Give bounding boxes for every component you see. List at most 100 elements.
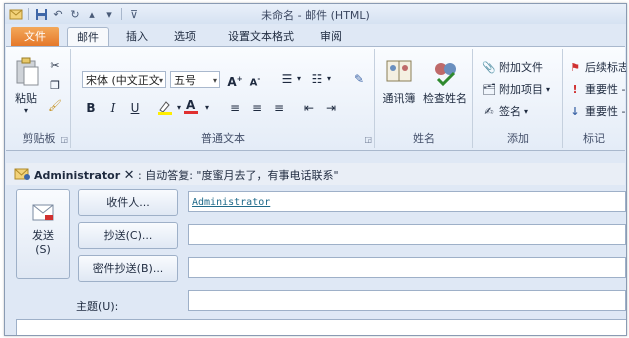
clear-formatting-icon[interactable]: ✎ <box>350 70 368 88</box>
send-shortcut: (S) <box>35 243 51 256</box>
attach-file-button[interactable]: 📎 附加文件 <box>482 59 543 76</box>
paperclip-icon: 📎 <box>482 60 496 74</box>
font-size-value: 五号 <box>174 74 196 87</box>
group-basic-text: 宋体 (中文正文 ▾ 五号 ▾ A+ A- ☰ ▾ ☷ ▾ ✎ B I U ▾ … <box>72 49 375 148</box>
group-label-names: 姓名 <box>413 132 435 145</box>
grow-font-icon[interactable]: A+ <box>226 70 244 89</box>
ribbon-tabs: 文件 邮件 插入 选项 设置文本格式 审阅 <box>5 24 626 47</box>
group-tags: ⚑ 后续标志 ! 重要性 - ↓ 重要性 - 标记 <box>564 49 627 148</box>
align-center-icon[interactable]: ≡ <box>248 99 266 117</box>
address-book-icon <box>386 60 412 82</box>
info-bar-text: Administrator ✕ : 自动答复: "度蜜月去了，有事电话联系" <box>34 167 339 183</box>
address-book-label: 通讯簿 <box>382 92 416 105</box>
font-name-combo[interactable]: 宋体 (中文正文 ▾ <box>82 71 166 88</box>
scissors-icon: ✂ <box>50 58 60 72</box>
info-bar: Administrator ✕ : 自动答复: "度蜜月去了，有事电话联系" <box>6 163 625 185</box>
copy-button[interactable]: ❐ <box>48 77 62 94</box>
ribbon: 粘贴 ▾ ✂ ❐ 🖌 剪贴板 ◲ 宋体 (中文正文 ▾ 五号 ▾ A+ A- ☰… <box>6 46 627 151</box>
attach-item-label: 附加项目 <box>499 83 543 96</box>
high-importance-label: 重要性 - <box>585 83 626 96</box>
svg-text:A: A <box>186 98 196 112</box>
signature-button[interactable]: ✍ 签名 ▾ <box>482 103 528 120</box>
follow-up-label: 后续标志 <box>585 61 627 74</box>
bcc-button[interactable]: 密件抄送(B)... <box>78 255 178 282</box>
subject-label: 主题(U): <box>76 300 119 313</box>
paste-dropdown-icon[interactable]: ▾ <box>12 106 40 115</box>
low-importance-label: 重要性 - <box>585 105 626 118</box>
attach-item-button[interactable]: 🗂 附加项目 ▾ <box>482 81 550 98</box>
info-bar-recipient: Administrator <box>34 169 121 182</box>
basic-text-launcher-icon[interactable]: ◲ <box>364 135 372 144</box>
bcc-field[interactable] <box>188 257 626 278</box>
down-arrow-icon: ↓ <box>570 104 580 118</box>
group-label-tags: 标记 <box>583 132 605 145</box>
cc-button[interactable]: 抄送(C)... <box>78 222 178 249</box>
to-button[interactable]: 收件人... <box>78 189 178 216</box>
window-title: 未命名 - 邮件 (HTML) <box>261 9 370 22</box>
align-right-icon[interactable]: ≡ <box>270 99 288 117</box>
subject-field[interactable] <box>188 290 626 311</box>
format-painter-icon: 🖌 <box>48 98 62 112</box>
font-name-dropdown-icon[interactable]: ▾ <box>159 72 163 87</box>
font-color-dropdown-icon[interactable]: ▾ <box>198 99 216 117</box>
font-size-combo[interactable]: 五号 ▾ <box>170 71 220 88</box>
italic-button[interactable]: I <box>104 99 122 117</box>
follow-up-button[interactable]: ⚑ 后续标志 <box>568 59 627 76</box>
remove-icon[interactable]: ✕ <box>124 168 135 183</box>
clipboard-launcher-icon[interactable]: ◲ <box>60 135 68 144</box>
paste-icon <box>16 57 39 86</box>
message-body[interactable] <box>16 319 626 335</box>
bullets-dropdown-icon[interactable]: ▾ <box>290 70 308 88</box>
group-label-basic-text: 普通文本 <box>201 132 245 145</box>
increase-indent-icon[interactable]: ⇥ <box>322 99 340 117</box>
to-field[interactable]: Administrator <box>188 191 626 212</box>
underline-button[interactable]: U <box>126 99 144 117</box>
tab-insert[interactable]: 插入 <box>117 27 157 46</box>
paste-label: 粘贴 <box>15 92 37 105</box>
compose-area: 发送 (S) 收件人... Administrator 抄送(C)... 密件抄… <box>6 186 626 335</box>
paste-button[interactable]: 粘贴 ▾ <box>12 57 40 115</box>
high-importance-button[interactable]: ! 重要性 - <box>568 81 625 98</box>
copy-icon: ❐ <box>50 78 60 92</box>
info-bar-message: : 自动答复: "度蜜月去了，有事电话联系" <box>138 169 339 182</box>
numbering-dropdown-icon[interactable]: ▾ <box>320 70 338 88</box>
signature-label: 签名 <box>499 105 521 118</box>
low-importance-button[interactable]: ↓ 重要性 - <box>568 103 625 120</box>
group-include: 📎 附加文件 🗂 附加项目 ▾ ✍ 签名 ▾ 添加 <box>474 49 563 148</box>
flag-icon: ⚑ <box>570 60 580 74</box>
decrease-indent-icon[interactable]: ⇤ <box>300 99 318 117</box>
attach-item-icon: 🗂 <box>482 82 496 96</box>
cc-field[interactable] <box>188 224 626 245</box>
format-painter-button[interactable]: 🖌 <box>48 97 62 114</box>
exclamation-icon: ! <box>572 82 578 96</box>
check-names-icon <box>435 63 456 87</box>
tab-options[interactable]: 选项 <box>165 27 205 46</box>
shrink-font-icon[interactable]: A- <box>246 70 264 88</box>
group-clipboard: 粘贴 ▾ ✂ ❐ 🖌 剪贴板 ◲ <box>8 49 71 148</box>
font-size-dropdown-icon[interactable]: ▾ <box>213 72 217 87</box>
check-names-button[interactable]: 检查姓名 <box>420 57 470 106</box>
font-name-value: 宋体 (中文正文 <box>86 74 160 87</box>
send-label: 发送 <box>32 229 54 242</box>
send-icon <box>32 204 54 221</box>
auto-reply-icon <box>14 167 30 184</box>
tab-review[interactable]: 审阅 <box>311 27 351 46</box>
align-left-icon[interactable]: ≡ <box>226 99 244 117</box>
tab-file[interactable]: 文件 <box>11 27 59 46</box>
outlook-message-window: ↶ ↻ ▴ ▾ ⊽ 未命名 - 邮件 (HTML) 文件 邮件 插入 选项 设置… <box>4 3 627 336</box>
signature-icon: ✍ <box>484 104 494 118</box>
bold-button[interactable]: B <box>82 99 100 117</box>
send-button[interactable]: 发送 (S) <box>16 189 70 279</box>
address-book-button[interactable]: 通讯簿 <box>378 57 420 106</box>
title-bar: ↶ ↻ ▴ ▾ ⊽ 未命名 - 邮件 (HTML) <box>5 4 626 24</box>
tab-message[interactable]: 邮件 <box>67 27 109 47</box>
attach-item-dropdown-icon[interactable]: ▾ <box>546 81 550 98</box>
attach-file-label: 附加文件 <box>499 61 543 74</box>
to-recipient[interactable]: Administrator <box>192 197 270 208</box>
signature-dropdown-icon[interactable]: ▾ <box>524 103 528 120</box>
group-label-include: 添加 <box>507 132 529 145</box>
group-names: 通讯簿 检查姓名 姓名 <box>376 49 473 148</box>
cut-button[interactable]: ✂ <box>48 57 62 74</box>
tab-format-text[interactable]: 设置文本格式 <box>219 27 303 46</box>
check-names-label: 检查姓名 <box>423 92 467 105</box>
